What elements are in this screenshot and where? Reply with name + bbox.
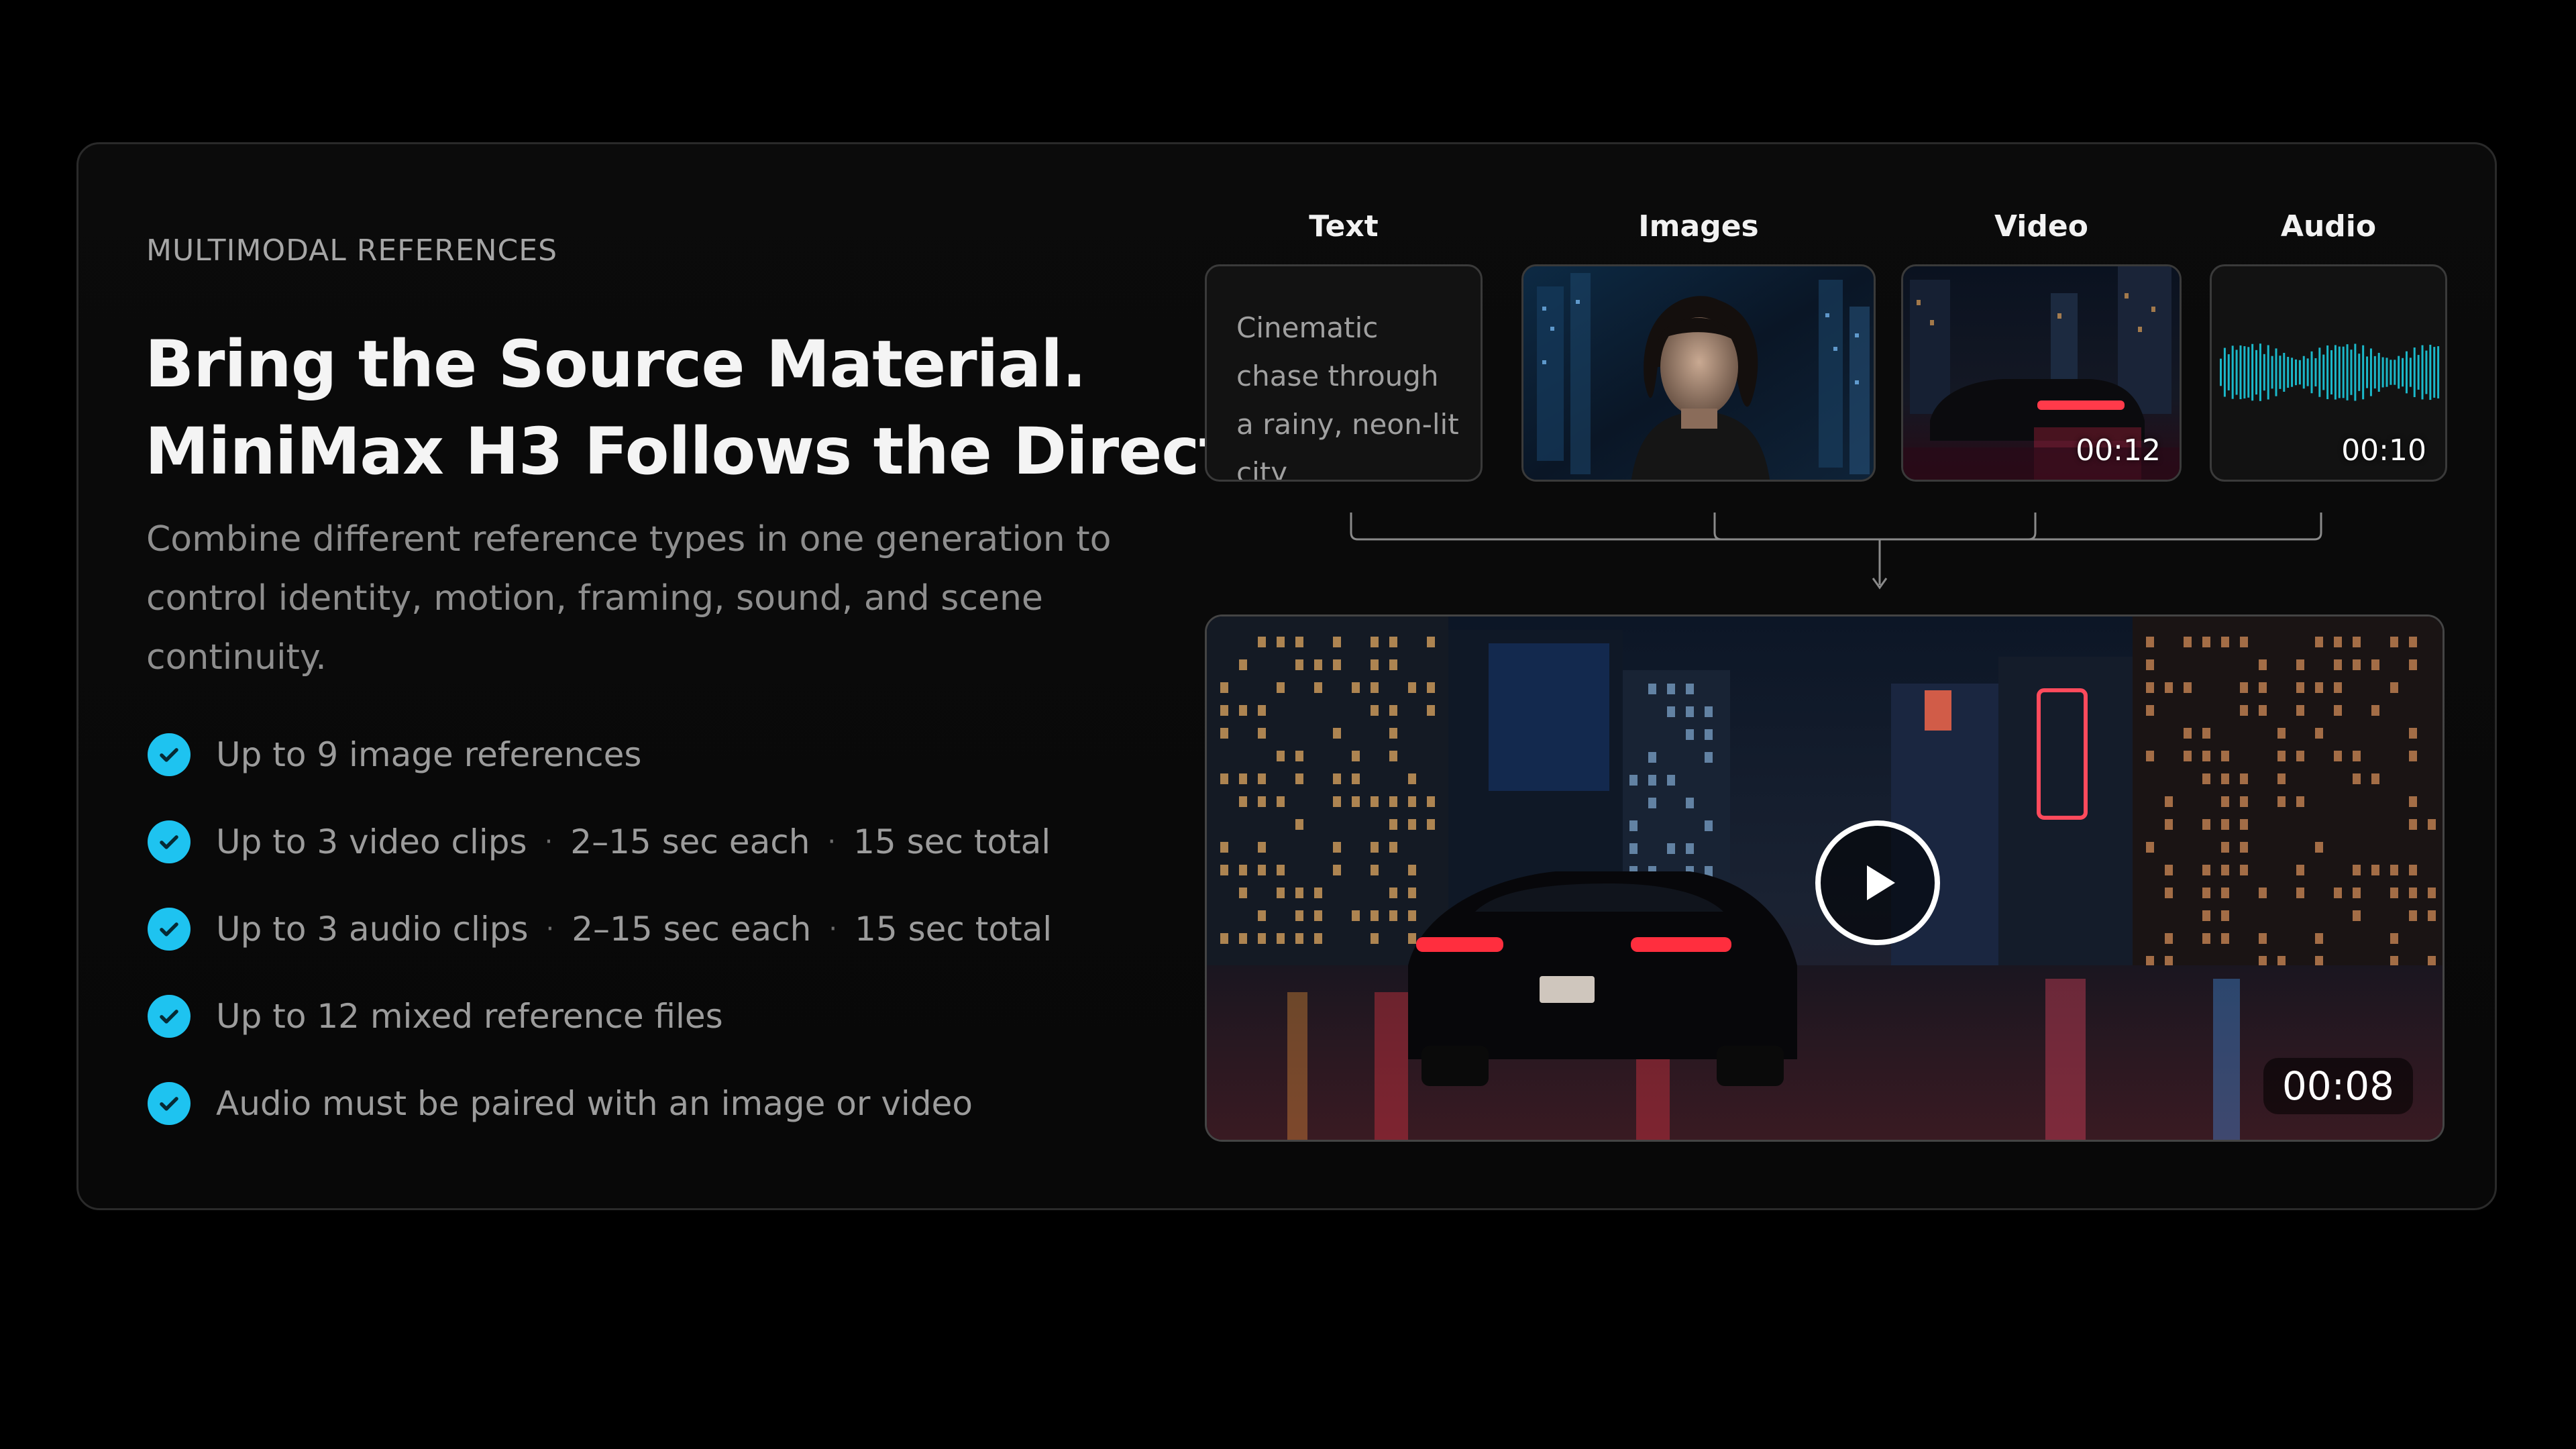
check-icon — [148, 995, 191, 1038]
reference-label-video: Video — [1994, 209, 2088, 244]
headline-line-1: Bring the Source Material. — [145, 327, 1087, 402]
separator-dot: · — [827, 826, 837, 857]
separator-dot: · — [828, 914, 838, 945]
audio-reference-duration: 00:10 — [2341, 433, 2426, 468]
feature-item: Up to 12 mixed reference files — [148, 973, 1052, 1060]
eyebrow-label: MULTIMODAL REFERENCES — [146, 233, 558, 268]
feature-text: Up to 12 mixed reference files — [216, 997, 723, 1036]
feature-list: Up to 9 image references Up to 3 video c… — [148, 711, 1052, 1147]
feature-item: Up to 3 audio clips · 2–15 sec each · 15… — [148, 885, 1052, 973]
text-reference-prompt: Cinematic chase through a rainy, neon-li… — [1236, 311, 1459, 482]
check-icon — [148, 1082, 191, 1125]
separator-dot: · — [544, 826, 553, 857]
headline: Bring the Source Material. MiniMax H3 Fo… — [145, 321, 1364, 495]
text-reference-tile[interactable]: Cinematic chase through a rainy, neon-li… — [1205, 264, 1483, 482]
check-icon — [148, 733, 191, 776]
lede-paragraph: Combine different reference types in one… — [146, 519, 1112, 678]
check-icon — [148, 908, 191, 951]
feature-item: Up to 9 image references — [148, 711, 1052, 798]
check-icon — [148, 820, 191, 863]
headline-line-2: MiniMax H3 Follows the Direction. — [145, 414, 1364, 489]
feature-item: Up to 3 video clips · 2–15 sec each · 15… — [148, 798, 1052, 885]
video-reference-duration: 00:12 — [2076, 433, 2161, 468]
reference-label-images: Images — [1638, 209, 1759, 244]
reference-label-audio: Audio — [2280, 209, 2377, 244]
feature-text: Up to 3 video clips — [216, 822, 527, 861]
feature-detail: 15 sec total — [855, 910, 1053, 949]
image-reference-tile[interactable] — [1521, 264, 1876, 482]
output-video-duration: 00:08 — [2263, 1058, 2413, 1114]
feature-detail: 15 sec total — [853, 822, 1051, 861]
audio-reference-tile[interactable]: 00:10 — [2210, 264, 2447, 482]
play-button[interactable] — [1815, 820, 1940, 945]
portrait-thumbnail — [1523, 266, 1874, 480]
separator-dot: · — [545, 914, 555, 945]
play-icon — [1867, 865, 1895, 900]
feature-text: Up to 9 image references — [216, 735, 642, 774]
feature-detail: 2–15 sec each — [570, 822, 810, 861]
arrow-down-icon — [1350, 513, 2322, 590]
reference-label-text: Text — [1309, 209, 1379, 244]
feature-detail: 2–15 sec each — [572, 910, 812, 949]
feature-text: Up to 3 audio clips — [216, 910, 529, 949]
feature-text: Audio must be paired with an image or vi… — [216, 1084, 973, 1123]
feature-item: Audio must be paired with an image or vi… — [148, 1060, 1052, 1147]
output-video-player[interactable]: 00:08 — [1205, 614, 2445, 1142]
video-reference-tile[interactable]: 00:12 — [1901, 264, 2182, 482]
